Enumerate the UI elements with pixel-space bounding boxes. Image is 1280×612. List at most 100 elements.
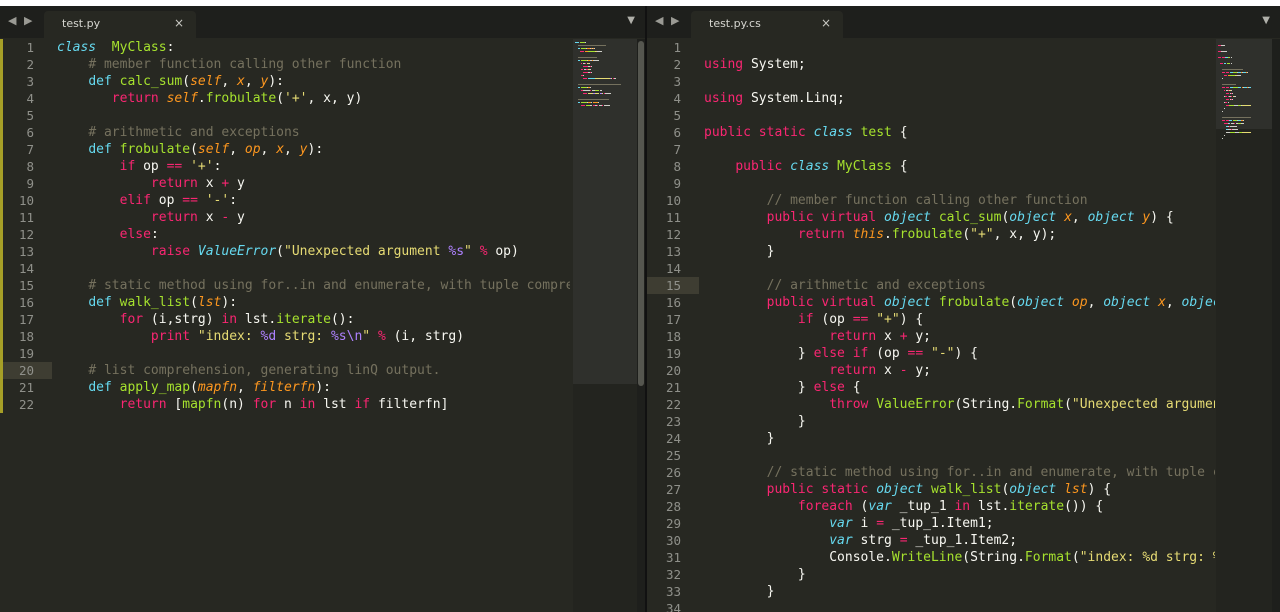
- code-line[interactable]: def frobulate(self, op, x, y):: [57, 141, 570, 158]
- minimap-line: [591, 72, 593, 73]
- code-line[interactable]: [704, 175, 1215, 192]
- line-number: 32: [665, 567, 681, 582]
- code-line[interactable]: throw ValueError(String.Format("Unexpect…: [704, 396, 1215, 413]
- code-line[interactable]: }: [704, 413, 1215, 430]
- code-line[interactable]: def calc_sum(self, x, y):: [57, 73, 570, 90]
- code-line[interactable]: [704, 141, 1215, 158]
- code-line[interactable]: using System;: [704, 56, 1215, 73]
- code-line[interactable]: // static method using for..in and enume…: [704, 464, 1215, 481]
- close-icon[interactable]: ×: [821, 16, 831, 30]
- tab-nav-arrows-icon[interactable]: ◀ ▶: [655, 14, 681, 27]
- code-line[interactable]: }: [704, 583, 1215, 600]
- line-number: 22: [0, 396, 52, 413]
- code-line[interactable]: public virtual object calc_sum(object x,…: [704, 209, 1215, 226]
- line-number: 11: [0, 209, 52, 226]
- minimap[interactable]: [1216, 39, 1272, 612]
- code-line[interactable]: # static method using for..in and enumer…: [57, 277, 570, 294]
- code-line[interactable]: def walk_list(lst):: [57, 294, 570, 311]
- line-number: 24: [665, 431, 681, 446]
- code-line[interactable]: if (op == "+") {: [704, 311, 1215, 328]
- modified-line-marker: [0, 175, 3, 192]
- code-line[interactable]: using System.Linq;: [704, 90, 1215, 107]
- line-number: 10: [665, 193, 681, 208]
- chevron-down-icon[interactable]: ▼: [627, 15, 635, 26]
- minimap[interactable]: [573, 39, 637, 612]
- minimap-line: [577, 87, 580, 88]
- code-line[interactable]: def apply_map(mapfn, filterfn):: [57, 379, 570, 396]
- code-area[interactable]: using System; using System.Linq; public st…: [704, 39, 1215, 612]
- minimap-line: [614, 78, 617, 79]
- code-line[interactable]: [704, 107, 1215, 124]
- code-line[interactable]: return x - y;: [704, 362, 1215, 379]
- code-line[interactable]: Console.WriteLine(String.Format("index: …: [704, 549, 1215, 566]
- code-line[interactable]: return [mapfn(n) for n in lst if filterf…: [57, 396, 570, 413]
- code-line[interactable]: [704, 260, 1215, 277]
- code-line[interactable]: } else {: [704, 379, 1215, 396]
- code-line[interactable]: var strg = _tup_1.Item2;: [704, 532, 1215, 549]
- code-line[interactable]: foreach (var _tup_1 in lst.iterate()) {: [704, 498, 1215, 515]
- code-line[interactable]: return this.frobulate("+", x, y);: [704, 226, 1215, 243]
- code-line[interactable]: public virtual object frobulate(object o…: [704, 294, 1215, 311]
- code-line[interactable]: for (i,strg) in lst.iterate():: [57, 311, 570, 328]
- code-line[interactable]: [57, 260, 570, 277]
- minimap-line: [1230, 90, 1232, 91]
- code-line[interactable]: # member function calling other function: [57, 56, 570, 73]
- modified-line-marker: [0, 328, 3, 345]
- line-number: 1: [0, 39, 52, 56]
- tab-test-py[interactable]: test.py ×: [44, 11, 196, 38]
- minimap-line: [1222, 84, 1236, 85]
- minimap-line: [599, 90, 602, 91]
- code-line[interactable]: [57, 107, 570, 124]
- line-number: 4: [0, 90, 52, 107]
- code-line[interactable]: public class MyClass {: [704, 158, 1215, 175]
- scrollbar-thumb[interactable]: [638, 41, 644, 386]
- code-line[interactable]: // arithmetic and exceptions: [704, 277, 1215, 294]
- code-line[interactable]: return x + y: [57, 175, 570, 192]
- code-line[interactable]: }: [704, 243, 1215, 260]
- line-number: 27: [665, 482, 681, 497]
- line-number: 18: [665, 329, 681, 344]
- tab-title: test.py: [62, 17, 101, 30]
- code-line[interactable]: if op == '+':: [57, 158, 570, 175]
- chevron-down-icon[interactable]: ▼: [1262, 15, 1270, 26]
- minimap-line: [1230, 126, 1237, 127]
- code-line[interactable]: public static class test {: [704, 124, 1215, 141]
- code-line[interactable]: print "index: %d strg: %s\n" % (i, strg): [57, 328, 570, 345]
- code-line[interactable]: [704, 73, 1215, 90]
- code-line[interactable]: else:: [57, 226, 570, 243]
- code-line[interactable]: } else if (op == "-") {: [704, 345, 1215, 362]
- code-line[interactable]: return self.frobulate('+', x, y): [57, 90, 570, 107]
- code-line[interactable]: [704, 39, 1215, 56]
- modified-line-marker: [0, 362, 3, 379]
- tab-test-py-cs[interactable]: test.py.cs ×: [691, 11, 843, 38]
- vertical-scrollbar[interactable]: [1272, 39, 1280, 612]
- code-line[interactable]: }: [704, 430, 1215, 447]
- code-line[interactable]: elif op == '-':: [57, 192, 570, 209]
- code-line[interactable]: // member function calling other functio…: [704, 192, 1215, 209]
- minimap-line: [583, 93, 587, 94]
- code-line[interactable]: public static object walk_list(object ls…: [704, 481, 1215, 498]
- vertical-scrollbar[interactable]: [637, 39, 645, 612]
- editor-pane-right[interactable]: ◀ ▶ test.py.cs × ▼ 1 2 3 4 5 6 7 8 9 10 11 12 13 14 15…: [647, 6, 1280, 612]
- minimap-line: [1222, 69, 1243, 70]
- code-line[interactable]: }: [704, 566, 1215, 583]
- line-number: 3: [0, 73, 52, 90]
- close-icon[interactable]: ×: [174, 16, 184, 30]
- tab-nav-arrows-icon[interactable]: ◀ ▶: [8, 14, 34, 27]
- code-line[interactable]: class MyClass:: [57, 39, 570, 56]
- code-line[interactable]: [57, 345, 570, 362]
- line-number: 7: [0, 141, 52, 158]
- code-area[interactable]: class MyClass: # member function calling…: [57, 39, 570, 612]
- minimap-line: [595, 78, 610, 79]
- code-line[interactable]: [704, 447, 1215, 464]
- code-line[interactable]: # arithmetic and exceptions: [57, 124, 570, 141]
- code-line[interactable]: return x - y: [57, 209, 570, 226]
- code-line[interactable]: var i = _tup_1.Item1;: [704, 515, 1215, 532]
- line-number: 34: [665, 601, 681, 612]
- code-line[interactable]: raise ValueError("Unexpected argument %s…: [57, 243, 570, 260]
- code-line[interactable]: return x + y;: [704, 328, 1215, 345]
- line-number: 16: [665, 295, 681, 310]
- code-line[interactable]: # list comprehension, generating linQ ou…: [57, 362, 570, 379]
- editor-pane-left[interactable]: ◀ ▶ test.py × ▼ 1 2 3 4 5 6 7 8 9 10 11 12 13 14 15 16 1…: [0, 6, 645, 612]
- code-line[interactable]: [704, 600, 1215, 612]
